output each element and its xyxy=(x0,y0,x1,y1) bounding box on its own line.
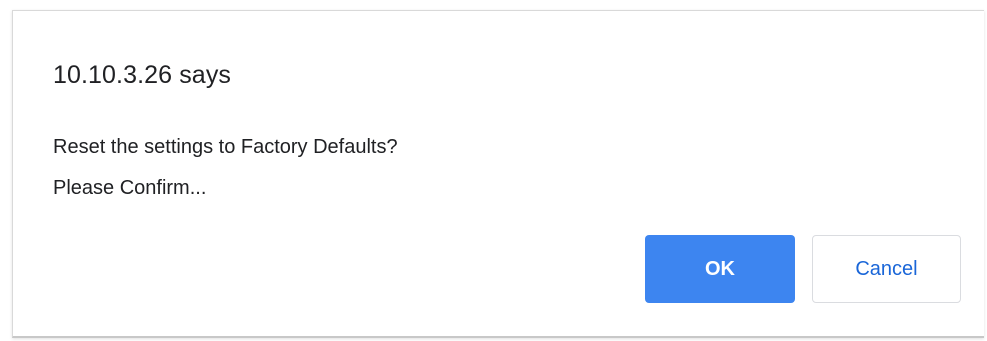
dialog-title: 10.10.3.26 says xyxy=(53,61,232,89)
dialog-message: Reset the settings to Factory Defaults? … xyxy=(53,127,398,209)
message-line: Please Confirm... xyxy=(53,177,207,199)
alert-dialog: 10.10.3.26 says Reset the settings to Fa… xyxy=(12,10,984,338)
cancel-button[interactable]: Cancel xyxy=(812,235,961,303)
message-line: Reset the settings to Factory Defaults? xyxy=(53,136,398,158)
ok-button[interactable]: OK xyxy=(645,235,795,303)
